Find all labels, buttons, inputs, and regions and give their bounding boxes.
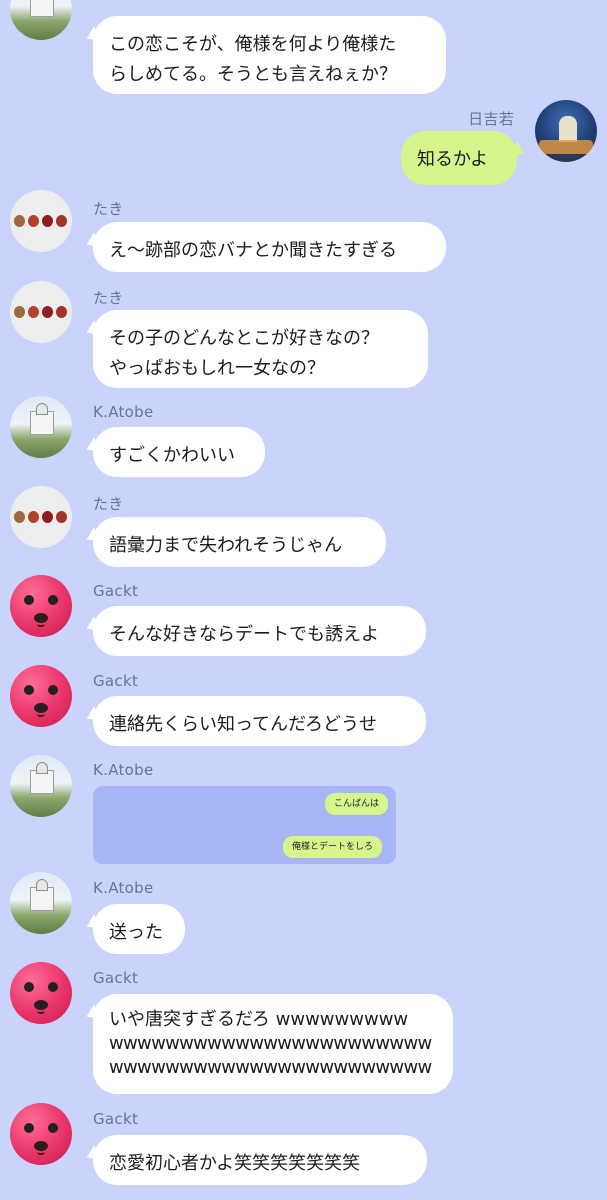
mouth-shape (37, 621, 45, 627)
eye-shape (48, 982, 58, 992)
message-text-line: wwwwwwwwwwwwwwwwwwwwwww (109, 1033, 432, 1054)
avatar-gackt[interactable] (10, 575, 72, 637)
avatar-katobe[interactable] (10, 0, 72, 40)
sender-name: たき (93, 495, 124, 513)
sender-name: たき (93, 200, 124, 218)
eye-shape (48, 1123, 58, 1133)
sender-name: K.Atobe (93, 879, 154, 897)
avatar-gackt[interactable] (10, 1103, 72, 1165)
message-bubble[interactable]: 連絡先くらい知ってんだろどうせ (93, 696, 426, 746)
message-text: そんな好きならデートでも誘えよ (109, 624, 379, 645)
eye-shape (24, 595, 34, 605)
image-message[interactable]: こんばんは 俺様とデートをしろ (93, 786, 396, 864)
sender-name: Gackt (93, 582, 139, 600)
message-text: 知るかよ (417, 149, 489, 170)
mini-bubble: こんばんは (324, 793, 388, 815)
avatar-taki[interactable] (10, 281, 72, 343)
message-text-line: やっぱおもしれ一女なの？ (109, 358, 325, 379)
mouth-shape (37, 1149, 45, 1155)
message-bubble[interactable]: 恋愛初心者かよ笑笑笑笑笑笑笑 (93, 1135, 427, 1185)
eye-shape (24, 685, 34, 695)
message-bubble[interactable]: その子のどんなとこが好きなの？ やっぱおもしれ一女なの？ (93, 310, 428, 388)
message-bubble[interactable]: え〜跡部の恋バナとか聞きたすぎる (93, 222, 446, 272)
message-bubble[interactable]: すごくかわいい (93, 427, 265, 477)
avatar-katobe[interactable] (10, 755, 72, 817)
message-text-line: wwwwwwwwwwwwwwwwwwwwwww (109, 1057, 432, 1078)
message-text-line: その子のどんなとこが好きなの？ (109, 328, 379, 349)
message-text: え〜跡部の恋バナとか聞きたすぎる (109, 240, 397, 261)
mouth-shape (37, 711, 45, 717)
message-text: 語彙力まで失われそうじゃん (109, 535, 343, 556)
avatar-taki[interactable] (10, 190, 72, 252)
sender-name: Gackt (93, 672, 139, 690)
eye-shape (48, 685, 58, 695)
sender-name: たき (93, 289, 124, 307)
message-text-line: この恋こそが、俺様を何より俺様た (109, 34, 397, 55)
message-text-line: いや唐突すぎるだろ wwwwwwwww (109, 1009, 409, 1030)
message-bubble-outgoing[interactable]: 知るかよ (401, 131, 517, 185)
sender-name: Gackt (93, 969, 139, 987)
message-bubble[interactable]: そんな好きならデートでも誘えよ (93, 606, 426, 656)
mini-bubble: 俺様とデートをしろ (282, 836, 382, 858)
message-bubble[interactable]: この恋こそが、俺様を何より俺様た らしめてる。そうとも言えねぇか？ (93, 16, 446, 94)
eye-shape (48, 595, 58, 605)
message-text: 恋愛初心者かよ笑笑笑笑笑笑笑 (109, 1153, 361, 1174)
mouth-shape (37, 1008, 45, 1014)
avatar-gackt[interactable] (10, 665, 72, 727)
sender-name: K.Atobe (93, 761, 154, 779)
avatar-katobe[interactable] (10, 396, 72, 458)
sender-name: Gackt (93, 1110, 139, 1128)
message-text: 連絡先くらい知ってんだろどうせ (109, 714, 378, 735)
avatar-hiyoshi[interactable] (535, 100, 597, 162)
sender-name: K.Atobe (93, 403, 154, 421)
message-text: すごくかわいい (109, 445, 235, 466)
sender-name: 日吉若 (468, 110, 514, 128)
message-bubble[interactable]: 送った (93, 904, 185, 954)
message-bubble[interactable]: 語彙力まで失われそうじゃん (93, 517, 386, 567)
message-text: 送った (109, 922, 163, 943)
eye-shape (24, 1123, 34, 1133)
message-bubble[interactable]: いや唐突すぎるだろ wwwwwwwww wwwwwwwwwwwwwwwwwwww… (93, 994, 453, 1094)
eye-shape (24, 982, 34, 992)
avatar-taki[interactable] (10, 486, 72, 548)
avatar-gackt[interactable] (10, 962, 72, 1024)
message-text-line: らしめてる。そうとも言えねぇか？ (109, 64, 397, 85)
avatar-katobe[interactable] (10, 872, 72, 934)
